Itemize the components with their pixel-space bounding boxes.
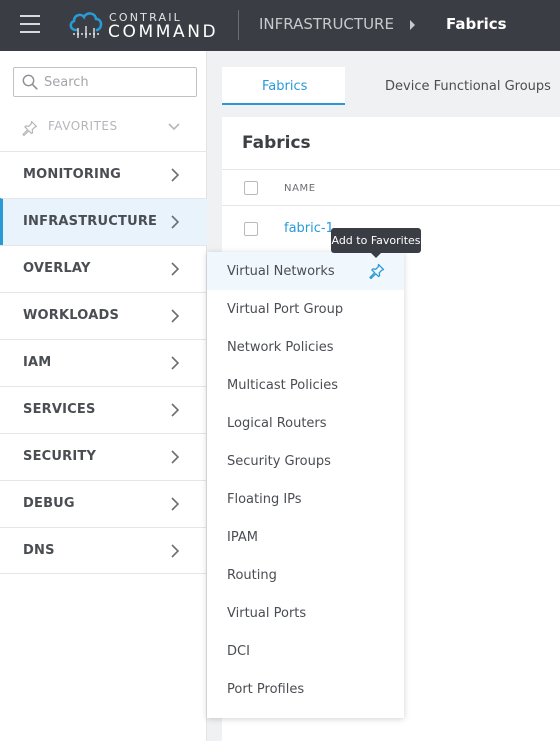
- tab-fabrics[interactable]: Fabrics: [222, 67, 345, 105]
- sidebar-item-label: MONITORING: [23, 167, 122, 182]
- search-icon: [22, 74, 38, 90]
- tab-label: Fabrics: [262, 79, 308, 94]
- menu-item-label: Floating IPs: [227, 492, 302, 507]
- breadcrumb-fabrics: Fabrics: [446, 15, 507, 33]
- menu-item-label: Multicast Policies: [227, 378, 338, 393]
- sidebar-item-services[interactable]: SERVICES: [0, 386, 207, 433]
- menu-item-virtual-port-group[interactable]: Virtual Port Group: [207, 290, 404, 328]
- chevron-right-icon: [171, 168, 179, 182]
- pin-icon: [22, 120, 38, 136]
- menu-item-network-policies[interactable]: Network Policies: [207, 328, 404, 366]
- chevron-right-icon: [171, 497, 179, 511]
- search-input[interactable]: [44, 72, 192, 92]
- menu-item-label: Virtual Port Group: [227, 302, 344, 317]
- menu-item-routing[interactable]: Routing: [207, 556, 404, 594]
- divider: [222, 169, 560, 170]
- menu-item-label: Logical Routers: [227, 416, 327, 431]
- select-all-checkbox[interactable]: [244, 181, 258, 195]
- menu-item-label: IPAM: [227, 530, 258, 545]
- pin-icon[interactable]: [369, 263, 385, 279]
- sidebar-item-label: OVERLAY: [23, 261, 91, 276]
- menu-item-logical-routers[interactable]: Logical Routers: [207, 404, 404, 442]
- sidebar-item-iam[interactable]: IAM: [0, 339, 207, 386]
- sidebar-item-label: DNS: [23, 543, 55, 558]
- sidebar-item-overlay[interactable]: OVERLAY: [0, 245, 207, 292]
- column-header-name[interactable]: NAME: [284, 183, 316, 194]
- sidebar-item-workloads[interactable]: WORKLOADS: [0, 292, 207, 339]
- sidebar-item-dns[interactable]: DNS: [0, 527, 207, 574]
- tab-bar: Fabrics Device Functional Groups: [222, 67, 560, 105]
- add-to-favorites-tooltip: Add to Favorites: [331, 228, 421, 258]
- fabric-link[interactable]: fabric-1: [284, 221, 334, 236]
- breadcrumb-arrow-icon: [410, 20, 415, 30]
- menu-item-label: Virtual Ports: [227, 606, 307, 621]
- sidebar-item-label: DEBUG: [23, 496, 75, 511]
- sidebar-item-security[interactable]: SECURITY: [0, 433, 207, 480]
- sidebar-item-infrastructure[interactable]: INFRASTRUCTURE: [0, 198, 207, 245]
- menu-item-security-groups[interactable]: Security Groups: [207, 442, 404, 480]
- chevron-right-icon: [171, 356, 179, 370]
- sidebar-item-label: SECURITY: [23, 449, 97, 464]
- contrail-command-logo[interactable]: CONTRAIL COMMAND: [68, 10, 218, 42]
- chevron-right-icon: [171, 215, 179, 229]
- row-checkbox[interactable]: [244, 222, 258, 236]
- sidebar-item-label: SERVICES: [23, 402, 96, 417]
- menu-item-label: Virtual Networks: [227, 264, 335, 279]
- menu-item-label: DCI: [227, 644, 250, 659]
- menu-item-port-profiles[interactable]: Port Profiles: [207, 670, 404, 708]
- menu-item-label: Routing: [227, 568, 277, 583]
- menu-item-multicast-policies[interactable]: Multicast Policies: [207, 366, 404, 404]
- chevron-right-icon: [171, 403, 179, 417]
- cloud-logo-icon: [69, 12, 103, 38]
- chevron-right-icon: [171, 544, 179, 558]
- menu-item-label: Port Profiles: [227, 682, 305, 697]
- logo-text-bottom: COMMAND: [108, 22, 219, 42]
- chevron-right-icon: [171, 450, 179, 464]
- top-header: CONTRAIL COMMAND INFRASTRUCTURE Fabrics: [0, 0, 560, 51]
- chevron-right-icon: [171, 309, 179, 323]
- sidebar-item-label: WORKLOADS: [23, 308, 120, 323]
- tab-device-functional-groups[interactable]: Device Functional Groups: [345, 67, 560, 105]
- sidebar-item-debug[interactable]: DEBUG: [0, 480, 207, 527]
- menu-item-ipam[interactable]: IPAM: [207, 518, 404, 556]
- menu-item-dci[interactable]: DCI: [207, 632, 404, 670]
- chevron-down-icon[interactable]: [168, 123, 180, 131]
- sidebar: FAVORITES MONITORING INFRASTRUCTURE OVER…: [0, 51, 207, 741]
- breadcrumb-infrastructure[interactable]: INFRASTRUCTURE: [259, 15, 394, 33]
- divider: [222, 205, 560, 206]
- infrastructure-submenu: Virtual Networks Virtual Port Group Netw…: [207, 252, 404, 718]
- search-box[interactable]: [13, 67, 197, 97]
- sidebar-item-monitoring[interactable]: MONITORING: [0, 151, 207, 198]
- favorites-section[interactable]: FAVORITES: [0, 103, 207, 151]
- chevron-right-icon: [171, 262, 179, 276]
- sidebar-item-label: IAM: [23, 355, 52, 370]
- menu-item-floating-ips[interactable]: Floating IPs: [207, 480, 404, 518]
- menu-item-virtual-ports[interactable]: Virtual Ports: [207, 594, 404, 632]
- menu-item-label: Security Groups: [227, 454, 331, 469]
- hamburger-menu-icon[interactable]: [20, 15, 40, 35]
- sidebar-nav: MONITORING INFRASTRUCTURE OVERLAY WORKLO…: [0, 151, 207, 574]
- menu-item-label: Network Policies: [227, 340, 334, 355]
- page-title: Fabrics: [242, 133, 311, 153]
- tab-label: Device Functional Groups: [385, 79, 551, 94]
- favorites-label: FAVORITES: [48, 119, 118, 133]
- sidebar-item-label: INFRASTRUCTURE: [23, 214, 158, 229]
- header-divider: [238, 10, 239, 40]
